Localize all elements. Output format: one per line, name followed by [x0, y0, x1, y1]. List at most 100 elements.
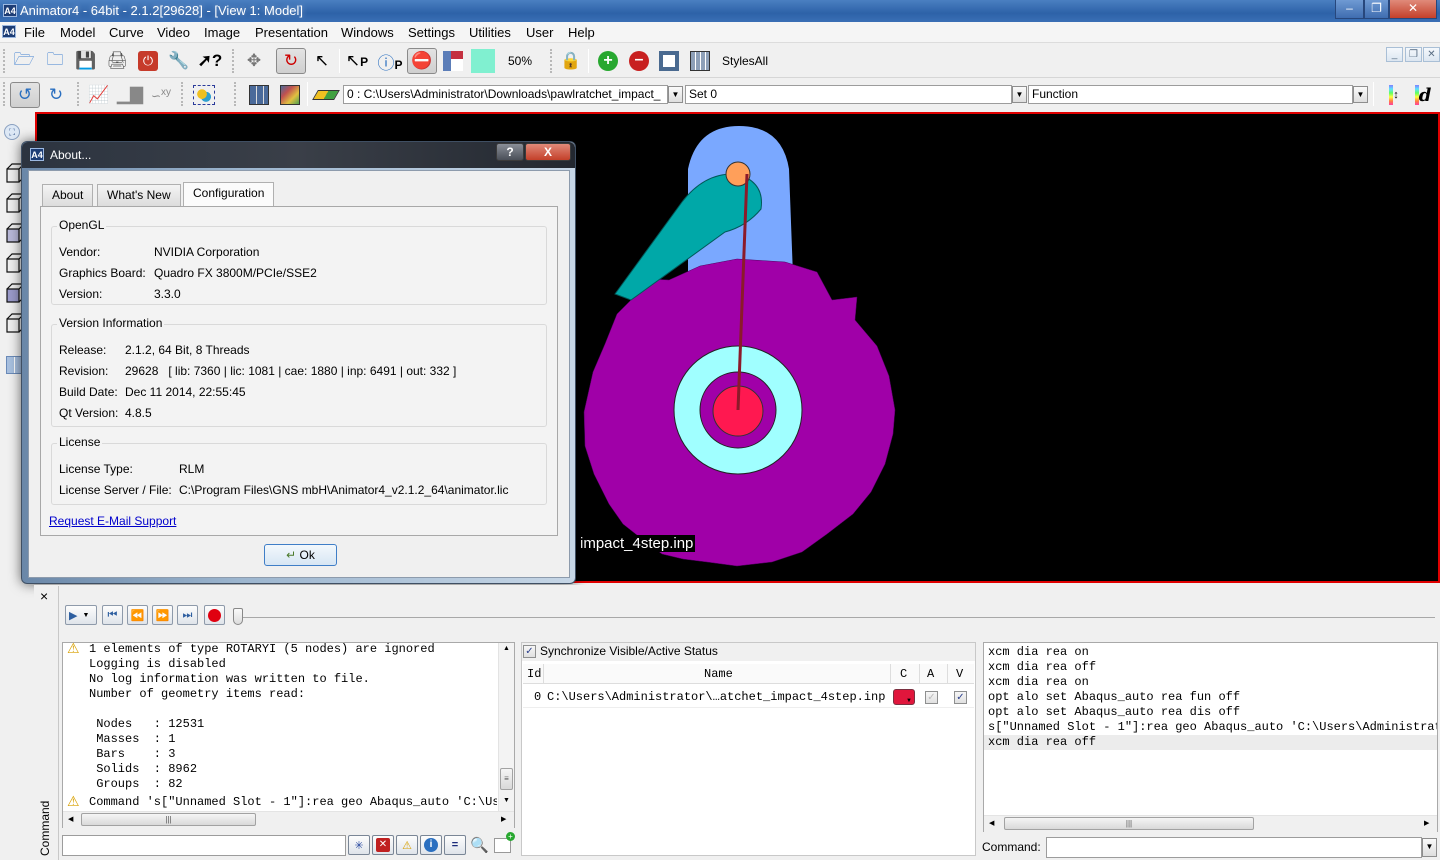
log-vertical-scrollbar[interactable]: ▲ ≡ ▼ — [498, 643, 514, 811]
fringe-range-button[interactable]: ↕ — [1381, 82, 1407, 108]
slot-active-checkbox[interactable]: ✓ — [925, 691, 938, 704]
pick-part-button[interactable]: ↖P — [344, 48, 370, 74]
context-help-button[interactable]: ➚? — [197, 48, 223, 74]
model-select-arrow[interactable]: ▼ — [668, 86, 683, 103]
set-select-arrow[interactable]: ▼ — [1012, 86, 1027, 103]
model-select[interactable]: 0 : C:\Users\Administrator\Downloads\paw… — [343, 85, 668, 104]
background-color-button[interactable] — [470, 48, 496, 74]
command-history-dropdown[interactable]: ▼ — [1422, 838, 1437, 857]
select-button[interactable]: ↖ — [309, 48, 335, 74]
toolbar-grip[interactable] — [550, 49, 553, 73]
log-vscroll-thumb[interactable]: ≡ — [500, 768, 513, 790]
menu-image[interactable]: Image — [204, 25, 240, 40]
add-button[interactable]: + — [595, 48, 621, 74]
log-hscroll-thumb[interactable]: ||| — [81, 813, 256, 826]
close-button[interactable]: ✕ — [1389, 0, 1437, 19]
dialog-help-button[interactable]: ? — [496, 143, 524, 161]
maximize-button[interactable]: ❐ — [1364, 0, 1389, 19]
toolbar-grip[interactable] — [3, 49, 6, 73]
header-visible[interactable]: V — [956, 667, 963, 682]
slot-color-picker[interactable]: ▼ — [893, 689, 915, 705]
frame-slider-track[interactable] — [240, 617, 1435, 618]
command-input[interactable] — [1046, 837, 1422, 858]
menu-file[interactable]: File — [24, 25, 45, 40]
menu-help[interactable]: Help — [568, 25, 595, 40]
menu-utilities[interactable]: Utilities — [469, 25, 511, 40]
history-hscroll-thumb[interactable]: ||| — [1004, 817, 1254, 830]
fringe-mesh-button[interactable] — [277, 82, 303, 108]
filter-equal-button[interactable]: = — [444, 835, 466, 855]
header-color[interactable]: C — [900, 667, 907, 682]
peak-plot-button[interactable]: ▁▇ — [117, 82, 143, 108]
toolbar-grip[interactable] — [232, 49, 235, 73]
function-select-arrow[interactable]: ▼ — [1353, 86, 1368, 103]
new-window-button[interactable]: + — [494, 832, 515, 853]
xy-plot-button[interactable]: ∽xy — [148, 82, 174, 108]
multi-view-button[interactable] — [6, 356, 22, 374]
history-line[interactable]: xcm dia rea off — [984, 735, 1437, 750]
layout-button[interactable] — [440, 48, 466, 74]
header-id[interactable]: Id — [527, 667, 541, 682]
search-log-button[interactable]: 🔍 — [470, 836, 489, 854]
menu-windows[interactable]: Windows — [341, 25, 394, 40]
first-frame-button[interactable]: ⏮ — [102, 605, 123, 625]
filter-all-button[interactable]: ✳ — [348, 835, 370, 855]
history-line[interactable]: xcm dia rea off — [984, 660, 1437, 675]
dialog-close-button[interactable]: X — [525, 143, 571, 161]
filter-warnings-button[interactable]: ⚠ — [396, 835, 418, 855]
history-line[interactable]: xcm dia rea on — [984, 645, 1437, 660]
fringe-style-button[interactable] — [312, 82, 340, 108]
history-line[interactable]: opt alo set Abaqus_auto rea fun off — [984, 690, 1437, 705]
log-horizontal-scrollbar[interactable]: ◀ ||| ▶ — [63, 811, 514, 828]
save-button[interactable]: 💾 — [73, 48, 99, 74]
print-button[interactable]: 🖨 — [104, 48, 130, 74]
frame-button[interactable] — [656, 48, 682, 74]
toolbar-grip[interactable] — [234, 82, 237, 106]
remove-button[interactable]: – — [626, 48, 652, 74]
undo-all-button[interactable]: ↺ — [10, 82, 40, 108]
step-forward-button[interactable]: ⏩ — [152, 605, 173, 625]
selection-sets-button[interactable] — [191, 82, 217, 108]
menu-presentation[interactable]: Presentation — [255, 25, 328, 40]
menu-model[interactable]: Model — [60, 25, 95, 40]
minimize-button[interactable]: – — [1335, 0, 1364, 19]
function-select[interactable]: Function — [1028, 85, 1353, 104]
toolbar-grip[interactable] — [77, 82, 80, 106]
grid-button[interactable] — [687, 48, 713, 74]
tab-about[interactable]: About — [42, 184, 94, 206]
exit-button[interactable]: ⏻ — [135, 48, 161, 74]
sync-checkbox[interactable]: ✓ — [523, 645, 536, 658]
zoom-level-dropdown[interactable]: 50% — [508, 54, 532, 68]
table-row[interactable]: 0 C:\Users\Administrator\…atchet_impact_… — [523, 686, 974, 708]
reset-button[interactable]: ↻ — [43, 82, 69, 108]
last-frame-button[interactable]: ⏭ — [177, 605, 198, 625]
record-button[interactable] — [204, 605, 225, 625]
history-line[interactable]: opt alo set Abaqus_auto rea dis off — [984, 705, 1437, 720]
history-line[interactable]: xcm dia rea on — [984, 675, 1437, 690]
styles-dropdown[interactable]: StylesAll — [722, 54, 768, 68]
history-line[interactable]: s["Unnamed Slot - 1"]:rea geo Abaqus_aut… — [984, 720, 1437, 735]
history-horizontal-scrollbar[interactable]: ◀ ||| ▶ — [984, 815, 1437, 832]
rotate-button[interactable]: ↻ — [276, 48, 306, 74]
log-filter-input[interactable] — [62, 835, 346, 856]
info-pick-button[interactable]: ⓘP — [377, 48, 403, 74]
open-button[interactable]: 🗁 — [11, 48, 37, 74]
filter-info-button[interactable]: i — [420, 835, 442, 855]
request-support-link[interactable]: Request E-Mail Support — [49, 514, 176, 528]
fit-view-button[interactable]: ⛶ — [4, 124, 20, 140]
tab-whats-new[interactable]: What's New — [97, 184, 181, 206]
tab-configuration[interactable]: Configuration — [183, 182, 275, 206]
header-name[interactable]: Name — [704, 667, 733, 682]
curve-plot-button[interactable]: 📈 — [86, 82, 112, 108]
mesh-button[interactable] — [246, 82, 272, 108]
remove-pick-button[interactable]: ⛔ — [407, 48, 437, 74]
set-select[interactable]: Set 0 — [685, 85, 1012, 104]
slot-visible-checkbox[interactable]: ✓ — [954, 691, 967, 704]
menu-curve[interactable]: Curve — [109, 25, 144, 40]
step-back-button[interactable]: ⏪ — [127, 605, 148, 625]
menu-video[interactable]: Video — [157, 25, 190, 40]
frame-slider-handle[interactable] — [233, 608, 243, 625]
toolbar-grip[interactable] — [3, 82, 6, 106]
header-active[interactable]: A — [927, 667, 934, 682]
play-button[interactable]: ▶ ▼ — [65, 605, 97, 625]
